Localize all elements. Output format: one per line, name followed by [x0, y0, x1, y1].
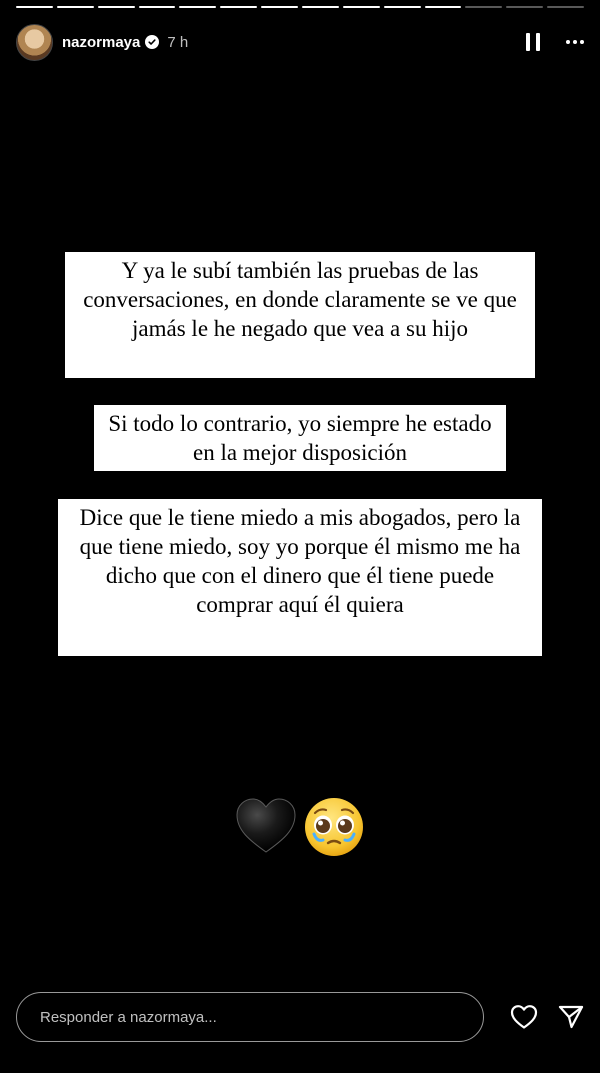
progress-segment [56, 6, 94, 8]
story-text-2: Si todo lo contrario, yo siempre he esta… [94, 405, 506, 471]
progress-segment [261, 6, 299, 8]
story-text-block-1: Y ya le subí también las pruebas de las … [0, 252, 600, 378]
progress-segment [97, 6, 135, 8]
progress-segment [383, 6, 421, 8]
username[interactable]: nazormaya [62, 34, 140, 51]
progress-segment [16, 6, 53, 8]
story-text-block-3: Dice que le tiene miedo a mis abogados, … [0, 499, 600, 656]
black-heart-icon [236, 798, 296, 853]
story-text-1: Y ya le subí también las pruebas de las … [65, 252, 535, 378]
progress-segment [342, 6, 380, 8]
heart-icon[interactable] [510, 1004, 538, 1030]
reply-placeholder: Responder a nazormaya... [40, 1008, 217, 1026]
progress-segment [424, 6, 462, 8]
progress-segment [302, 6, 339, 8]
story-text-block-2: Si todo lo contrario, yo siempre he esta… [0, 405, 600, 471]
send-icon[interactable] [558, 1005, 584, 1029]
reply-input[interactable]: Responder a nazormaya... [16, 992, 484, 1042]
story-progress-bar [16, 6, 585, 9]
verified-badge-icon [145, 35, 160, 49]
story-header: nazormaya 7 h [16, 22, 584, 62]
progress-segment [506, 6, 544, 8]
progress-segment [547, 6, 585, 8]
progress-segment [138, 6, 176, 8]
post-time: 7 h [167, 33, 189, 51]
pleading-face-icon [305, 798, 363, 856]
progress-segment [220, 6, 258, 8]
pause-icon[interactable] [526, 33, 540, 51]
more-icon[interactable] [566, 40, 584, 44]
progress-segment [179, 6, 217, 8]
story-text-3: Dice que le tiene miedo a mis abogados, … [58, 499, 542, 656]
avatar[interactable] [16, 23, 53, 61]
reply-bar: Responder a nazormaya... [16, 991, 584, 1043]
progress-segment [465, 6, 503, 8]
emoji-row [0, 796, 600, 858]
